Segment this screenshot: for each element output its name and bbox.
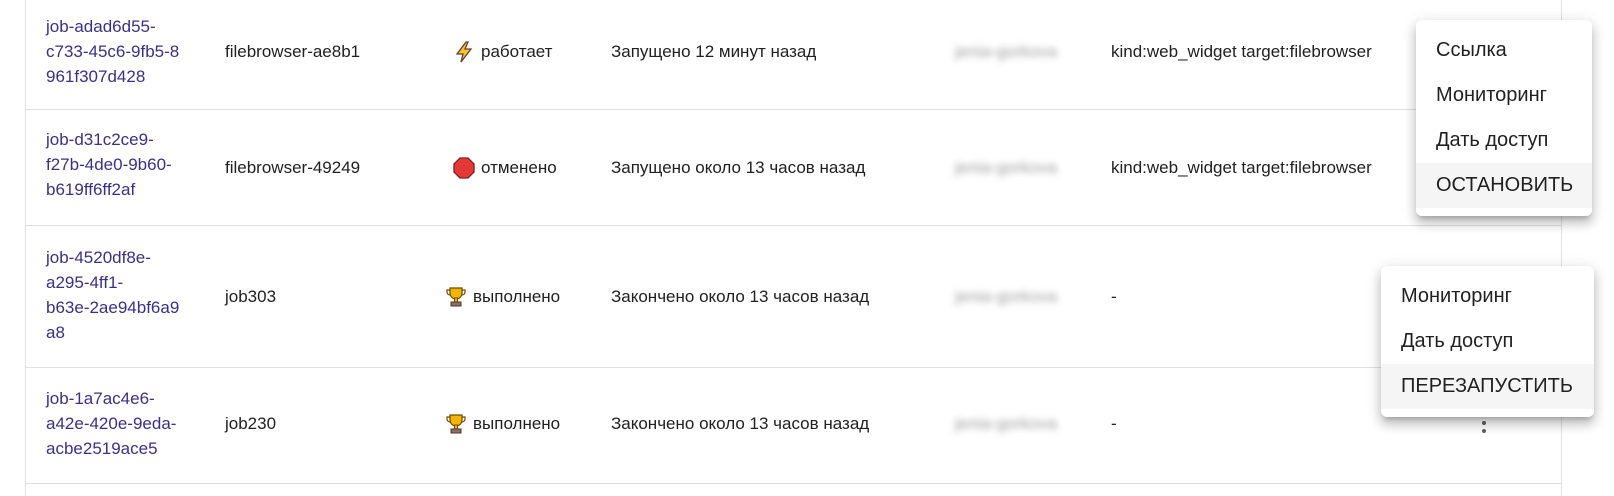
- job-owner: jenia-gorkova: [955, 158, 1058, 177]
- status-label: выполнено: [473, 287, 561, 306]
- job-status: выполнено: [445, 284, 560, 309]
- job-name: job303: [225, 287, 277, 306]
- job-id-line: acbe2519ace5: [46, 439, 158, 458]
- menu-item-monitoring[interactable]: Мониторинг: [1416, 73, 1592, 118]
- job-id-link[interactable]: job-1a7ac4e6- a42e-420e-9eda- acbe2519ac…: [46, 386, 196, 461]
- stop-sign-icon: [453, 156, 475, 179]
- menu-item-share[interactable]: Дать доступ: [1381, 319, 1594, 364]
- job-actions-menu: Мониторинг Дать доступ ПЕРЕЗАПУСТИТЬ: [1381, 266, 1594, 417]
- job-owner: jenia-gorkova: [955, 414, 1058, 433]
- trophy-icon: [445, 286, 467, 308]
- table-row: job-1a7ac4e6- a42e-420e-9eda- acbe2519ac…: [26, 368, 1561, 484]
- job-id-line: f27b-4de0-9b60-: [46, 155, 172, 174]
- job-name: job230: [225, 414, 277, 433]
- job-status: выполнено: [445, 411, 560, 436]
- job-time: Закончено около 13 часов назад: [611, 414, 870, 433]
- job-id-line: b63e-2ae94bf6a9: [46, 298, 180, 317]
- job-id-link[interactable]: job-d31c2ce9- f27b-4de0-9b60- b619ff6ff2…: [46, 127, 196, 202]
- status-label: работает: [481, 42, 553, 61]
- menu-item-share[interactable]: Дать доступ: [1416, 118, 1592, 163]
- job-tags: -: [1111, 287, 1117, 306]
- lightning-icon: [453, 40, 475, 63]
- status-label: отменено: [481, 158, 557, 177]
- table-row: job-4520df8e- a295-4ff1- b63e-2ae94bf6a9…: [26, 226, 1561, 368]
- status-label: выполнено: [473, 414, 561, 433]
- menu-item-link[interactable]: Ссылка: [1416, 28, 1592, 73]
- job-owner: jenia-gorkova: [955, 42, 1058, 61]
- job-id-line: c733-45c6-9fb5-8: [46, 42, 180, 61]
- table-row: job-adad6d55- c733-45c6-9fb5-8 961f307d4…: [26, 0, 1561, 110]
- job-id-line: job-d31c2ce9-: [46, 130, 154, 149]
- job-tags: kind:web_widget target:filebrowser: [1111, 42, 1372, 61]
- job-time: Запущено около 13 часов назад: [611, 158, 866, 177]
- job-status: работает: [453, 39, 552, 64]
- job-id-line: b619ff6ff2af: [46, 180, 136, 199]
- menu-item-monitoring[interactable]: Мониторинг: [1381, 274, 1594, 319]
- job-time: Закончено около 13 часов назад: [611, 287, 870, 306]
- job-id-line: a295-4ff1-: [46, 273, 124, 292]
- job-id-link[interactable]: job-4520df8e- a295-4ff1- b63e-2ae94bf6a9…: [46, 245, 196, 345]
- menu-item-restart[interactable]: ПЕРЕЗАПУСТИТЬ: [1381, 364, 1594, 409]
- job-id-line: job-4520df8e-: [46, 248, 151, 267]
- jobs-table: job-adad6d55- c733-45c6-9fb5-8 961f307d4…: [25, 0, 1562, 496]
- job-owner: jenia-gorkova: [955, 287, 1058, 306]
- job-tags: kind:web_widget target:filebrowser: [1111, 158, 1372, 177]
- job-tags: -: [1111, 414, 1117, 433]
- job-id-line: 961f307d428: [46, 67, 146, 86]
- job-status: отменено: [453, 155, 557, 180]
- job-time: Запущено 12 минут назад: [611, 42, 817, 61]
- menu-item-stop[interactable]: ОСТАНОВИТЬ: [1416, 163, 1592, 208]
- job-name: filebrowser-49249: [225, 158, 361, 177]
- job-name: filebrowser-ae8b1: [225, 42, 361, 61]
- table-row: job-d31c2ce9- f27b-4de0-9b60- b619ff6ff2…: [26, 110, 1561, 226]
- job-actions-menu: Ссылка Мониторинг Дать доступ ОСТАНОВИТЬ: [1416, 20, 1592, 216]
- trophy-icon: [445, 413, 467, 435]
- job-id-line: job-adad6d55-: [46, 17, 156, 36]
- job-id-line: a42e-420e-9eda-: [46, 414, 177, 433]
- job-id-line: a8: [46, 323, 65, 342]
- job-id-link[interactable]: job-adad6d55- c733-45c6-9fb5-8 961f307d4…: [46, 14, 196, 89]
- job-id-line: job-1a7ac4e6-: [46, 389, 155, 408]
